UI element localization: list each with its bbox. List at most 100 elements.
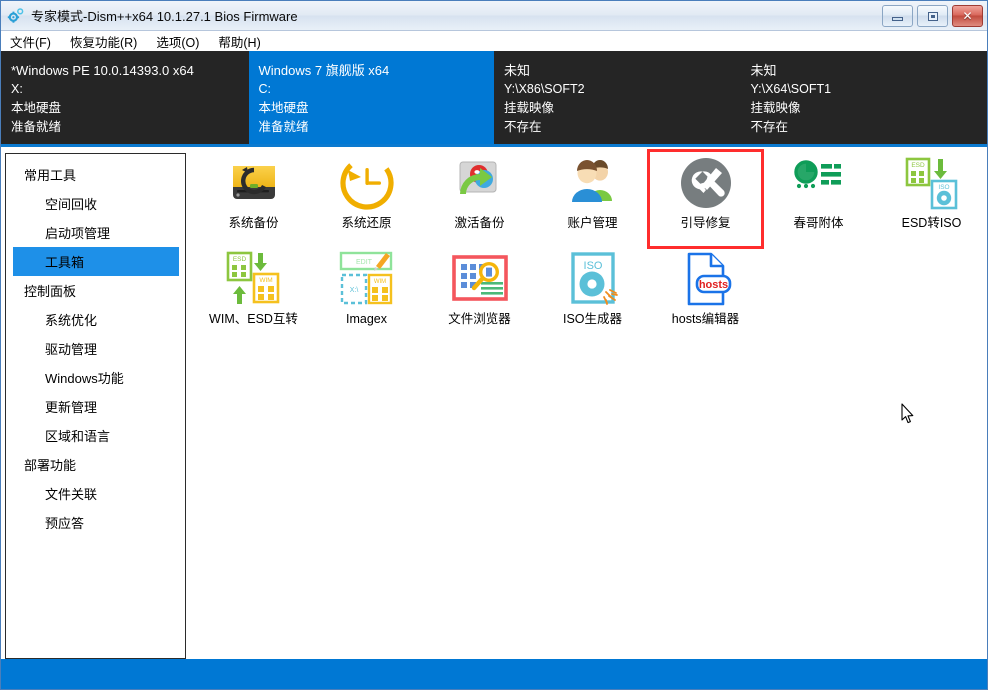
svg-text:WIM: WIM: [373, 279, 385, 285]
tool-chunge[interactable]: 春哥附体: [762, 151, 875, 247]
sidebar-group-control-panel: 控制面板: [6, 276, 185, 305]
sidebar-item-unattend[interactable]: 预应答: [13, 508, 179, 537]
os-info-panel-2[interactable]: Windows 7 旗舰版 x64C:本地硬盘准备就绪: [249, 51, 495, 147]
sidebar-group-common-tools: 常用工具: [6, 160, 185, 189]
tool-activation-backup[interactable]: 激活备份: [423, 151, 536, 247]
minimize-button[interactable]: [882, 5, 913, 27]
os-info-line-1: 未知: [751, 61, 988, 80]
tool-label: 春哥附体: [793, 216, 843, 230]
tool-label: Imagex: [346, 312, 387, 326]
menu-help[interactable]: 帮助(H): [218, 32, 260, 51]
tool-label: 文件浏览器: [448, 312, 511, 326]
clock-restore-icon: [338, 154, 396, 212]
tool-label: 系统还原: [341, 216, 391, 230]
svg-text:WIM: WIM: [259, 277, 272, 284]
sidebar-item-windows-features[interactable]: Windows功能: [13, 363, 179, 392]
svg-text:ISO: ISO: [938, 184, 949, 191]
os-info-panel-1[interactable]: *Windows PE 10.0.14393.0 x64X:本地硬盘准备就绪: [1, 51, 249, 147]
dism-main-window: 专家模式-Dism++x64 10.1.27.1 Bios Firmware ✕…: [0, 0, 988, 690]
sidebar-item-toolbox[interactable]: 工具箱: [13, 247, 179, 276]
svg-text:EDIT: EDIT: [356, 259, 373, 266]
toolbox-panel: 系统备份 系统还原 激活备份 账户管理 引导修复: [191, 149, 985, 659]
os-info-line-1: 未知: [504, 61, 741, 80]
os-info-line-2: Y:\X86\SOFT2: [504, 80, 741, 99]
svg-text:ESD: ESD: [911, 162, 925, 169]
close-button[interactable]: ✕: [952, 5, 983, 27]
imagex-edit-icon: EDIT X:\ WIM: [338, 250, 396, 308]
os-info-line-1: Windows 7 旗舰版 x64: [259, 61, 495, 80]
wim-esd-swap-icon: ESD WIM: [225, 250, 283, 308]
gear-icon: [7, 7, 25, 25]
svg-text:ESD: ESD: [232, 256, 246, 263]
sidebar-nav: 常用工具空间回收启动项管理工具箱控制面板系统优化驱动管理Windows功能更新管…: [5, 153, 186, 659]
minimize-icon: [892, 17, 903, 21]
sidebar-group-deployment: 部署功能: [6, 450, 185, 479]
sidebar-item-region-language[interactable]: 区域和语言: [13, 421, 179, 450]
os-info-line-2: C:: [259, 80, 495, 99]
wrench-screwdriver-icon: [677, 154, 735, 212]
sidebar-item-driver-manager[interactable]: 驱动管理: [13, 334, 179, 363]
os-info-line-3: 本地硬盘: [11, 99, 249, 118]
os-info-line-1: *Windows PE 10.0.14393.0 x64: [11, 61, 249, 80]
status-bar: [1, 659, 987, 689]
title-bar: 专家模式-Dism++x64 10.1.27.1 Bios Firmware ✕: [1, 1, 987, 31]
file-browser-icon: [451, 250, 509, 308]
os-info-line-4: 不存在: [504, 118, 741, 137]
hosts-file-icon: hosts: [677, 250, 735, 308]
os-info-line-3: 挂载映像: [504, 99, 741, 118]
os-info-line-3: 本地硬盘: [259, 99, 495, 118]
menu-file[interactable]: 文件(F): [10, 32, 51, 51]
tool-label: 账户管理: [567, 216, 617, 230]
tool-system-backup[interactable]: 系统备份: [197, 151, 310, 247]
os-info-panel-4[interactable]: 未知Y:\X64\SOFT1挂载映像不存在: [741, 51, 988, 147]
svg-text:X:\: X:\: [349, 287, 358, 294]
pie-list-icon: [790, 154, 848, 212]
accent-divider: [1, 144, 987, 147]
os-info-line-4: 不存在: [751, 118, 988, 137]
sidebar-item-space-recovery[interactable]: 空间回收: [13, 189, 179, 218]
maximize-button[interactable]: [917, 5, 948, 27]
hard-disk-backup-icon: [225, 154, 283, 212]
tool-boot-repair[interactable]: 引导修复: [649, 151, 762, 247]
os-info-line-2: Y:\X64\SOFT1: [751, 80, 988, 99]
iso-builder-icon: ISO: [564, 250, 622, 308]
menu-recovery[interactable]: 恢复功能(R): [70, 32, 137, 51]
tool-label: 系统备份: [228, 216, 278, 230]
os-info-line-3: 挂载映像: [751, 99, 988, 118]
sidebar-item-update-manager[interactable]: 更新管理: [13, 392, 179, 421]
menu-bar: 文件(F) 恢复功能(R) 选项(O) 帮助(H): [1, 31, 987, 51]
sidebar-item-startup-manager[interactable]: 启动项管理: [13, 218, 179, 247]
tool-grid: 系统备份 系统还原 激活备份 账户管理 引导修复: [191, 149, 985, 343]
tool-system-restore[interactable]: 系统还原: [310, 151, 423, 247]
activation-backup-icon: [451, 154, 509, 212]
maximize-icon: [928, 12, 938, 21]
os-info-panels: *Windows PE 10.0.14393.0 x64X:本地硬盘准备就绪Wi…: [1, 51, 987, 147]
tool-label: ISO生成器: [563, 312, 622, 326]
users-icon: [564, 154, 622, 212]
esd-to-iso-icon: ESD ISO: [903, 154, 961, 212]
tool-label: WIM、ESD互转: [209, 312, 298, 326]
os-info-line-4: 准备就绪: [259, 118, 495, 137]
tool-file-browser[interactable]: 文件浏览器: [423, 247, 536, 343]
window-controls: ✕: [882, 5, 983, 27]
menu-options[interactable]: 选项(O): [156, 32, 199, 51]
tool-label: hosts编辑器: [672, 312, 739, 326]
tool-imagex[interactable]: EDIT X:\ WIM Imagex: [310, 247, 423, 343]
os-info-line-2: X:: [11, 80, 249, 99]
sidebar-item-file-association[interactable]: 文件关联: [13, 479, 179, 508]
tool-label: ESD转ISO: [902, 216, 962, 230]
tool-label: 激活备份: [454, 216, 504, 230]
os-info-panel-3[interactable]: 未知Y:\X86\SOFT2挂载映像不存在: [494, 51, 741, 147]
window-title: 专家模式-Dism++x64 10.1.27.1 Bios Firmware: [31, 6, 298, 25]
tool-hosts-editor[interactable]: hosts hosts编辑器: [649, 247, 762, 343]
svg-text:hosts: hosts: [698, 279, 727, 291]
tool-esd-to-iso[interactable]: ESD ISO ESD转ISO: [875, 151, 985, 247]
tool-wim-esd-convert[interactable]: ESD WIM WIM、ESD互转: [197, 247, 310, 343]
tool-account-manager[interactable]: 账户管理: [536, 151, 649, 247]
tool-label: 引导修复: [680, 216, 730, 230]
os-info-line-4: 准备就绪: [11, 118, 249, 137]
close-icon: ✕: [962, 10, 972, 22]
sidebar-item-system-optimize[interactable]: 系统优化: [13, 305, 179, 334]
tool-iso-builder[interactable]: ISO ISO生成器: [536, 247, 649, 343]
svg-text:ISO: ISO: [583, 260, 602, 272]
